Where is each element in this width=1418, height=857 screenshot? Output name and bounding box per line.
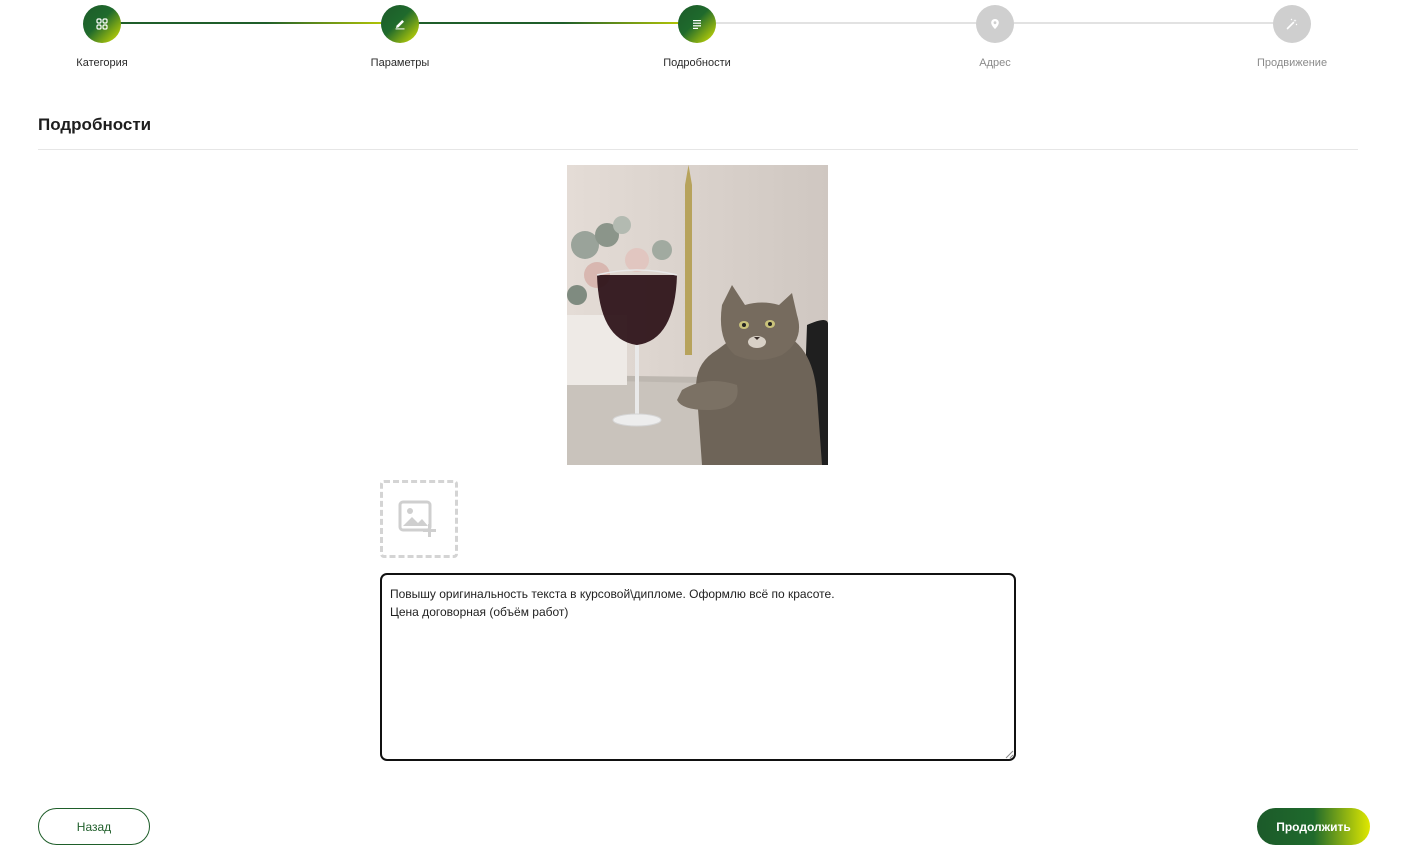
step-label: Категория	[76, 57, 128, 69]
add-image-icon	[398, 500, 436, 537]
grid-icon	[96, 18, 108, 30]
step-label: Параметры	[370, 57, 430, 69]
photo-image	[567, 165, 828, 465]
step-label: Продвижение	[1256, 57, 1328, 69]
pencil-icon	[395, 20, 405, 30]
list-icon	[693, 20, 701, 29]
section-divider	[38, 149, 1358, 150]
location-pin-icon	[991, 19, 999, 29]
section-title: Подробности	[38, 115, 152, 134]
uploaded-photo[interactable]	[567, 165, 828, 465]
step-label: Подробности	[663, 57, 731, 69]
magic-wand-icon	[1286, 18, 1298, 30]
description-textarea[interactable]	[380, 573, 1016, 761]
step-details[interactable]: Подробности	[637, 5, 757, 70]
step-label: Адрес	[979, 57, 1011, 69]
progress-stepper: Категория Параметры Подробности Адрес Пр…	[0, 0, 1418, 80]
back-button[interactable]: Назад	[38, 808, 150, 845]
step-address[interactable]: Адрес	[935, 5, 1055, 70]
add-photo-button[interactable]	[380, 480, 458, 558]
resize-handle-icon[interactable]	[1004, 749, 1014, 759]
listing-wizard-page: Категория Параметры Подробности Адрес Пр…	[0, 0, 1418, 857]
step-promotion[interactable]: Продвижение	[1232, 5, 1352, 70]
step-category[interactable]: Категория	[42, 5, 162, 70]
step-parameters[interactable]: Параметры	[340, 5, 460, 70]
continue-button[interactable]: Продолжить	[1257, 808, 1370, 845]
